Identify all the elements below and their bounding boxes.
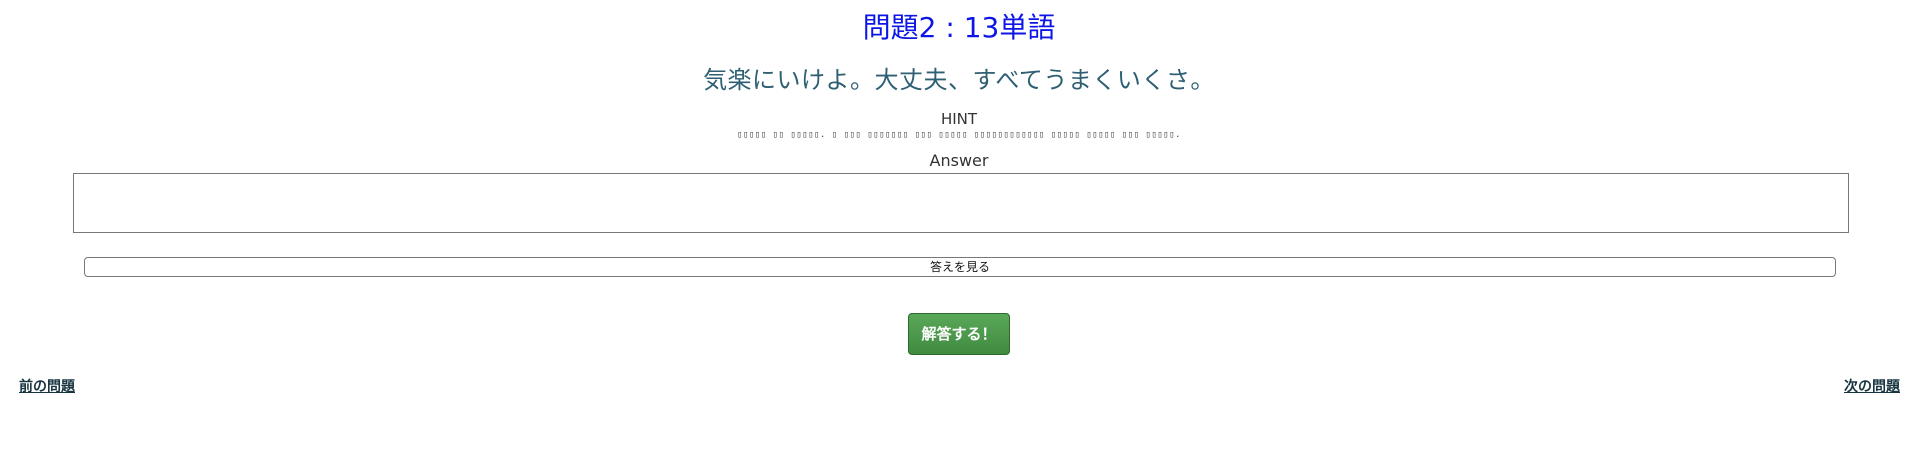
question-sentence: 気楽にいけよ。大丈夫、すべてうまくいくさ。: [703, 66, 1215, 94]
answer-label: Answer: [929, 151, 989, 170]
question-page: 問題2 : 13単語 気楽にいけよ。大丈夫、すべてうまくいくさ。 HINT ▯▯…: [0, 0, 1918, 463]
previous-question-link[interactable]: 前の問題: [19, 378, 75, 396]
show-answer-button[interactable]: 答えを見る: [84, 257, 1836, 277]
question-title: 問題2 : 13単語: [862, 11, 1056, 44]
submit-answer-button[interactable]: 解答する！: [908, 313, 1010, 355]
answer-input[interactable]: [73, 173, 1849, 233]
hint-text: ▯▯▯▯▯ ▯▯ ▯▯▯▯▯. ▯ ▯▯▯ ▯▯▯▯▯▯▯ ▯▯▯ ▯▯▯▯▯ …: [737, 130, 1181, 140]
next-question-link[interactable]: 次の問題: [1844, 378, 1900, 396]
hint-label: HINT: [940, 110, 978, 128]
